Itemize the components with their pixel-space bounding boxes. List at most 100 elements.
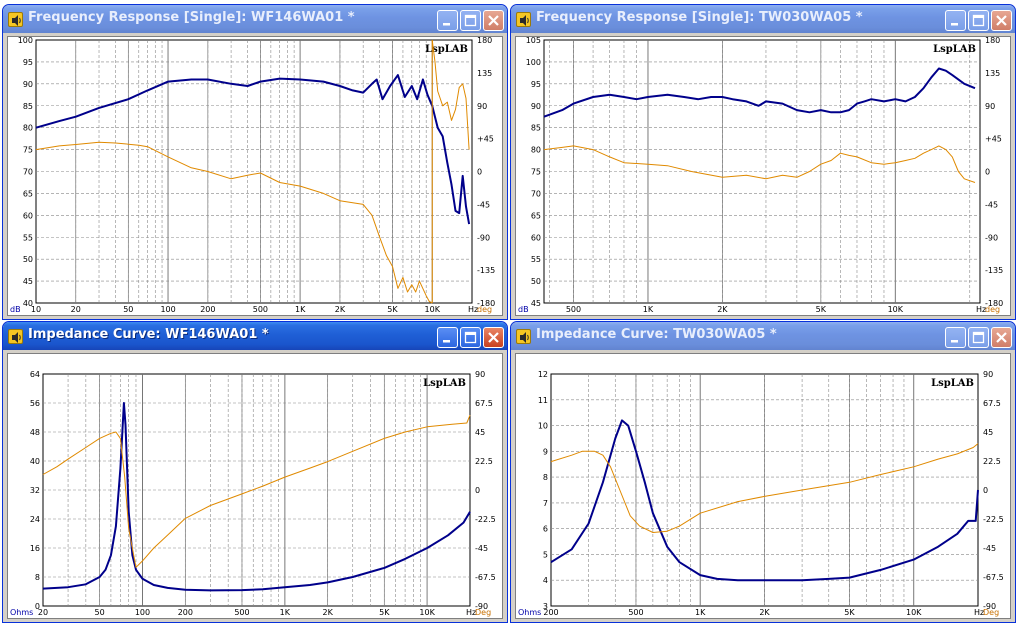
y-tick-label: 100 — [18, 37, 33, 45]
x-tick-label: 500 — [253, 305, 268, 314]
y-tick-label: 8 — [35, 573, 40, 582]
x-tick-label: 2K — [335, 305, 346, 314]
x-tick-label: 100 — [135, 608, 150, 617]
frequency-response-chart[interactable]: 404550556065707580859095100-180-135-90-4… — [8, 37, 504, 317]
y-tick-label: 80 — [23, 124, 33, 133]
speaker-icon[interactable] — [516, 12, 531, 27]
maximize-button[interactable] — [460, 327, 481, 348]
x-tick-label: 2K — [759, 608, 770, 617]
y2-tick-label: 0 — [475, 486, 480, 495]
y-unit-label: Ohms — [518, 608, 541, 617]
y2-tick-label: 22.5 — [983, 457, 1001, 466]
x-tick-label: 10K — [888, 305, 904, 314]
y-tick-label: 70 — [531, 189, 541, 198]
y2-tick-label: -45 — [475, 544, 488, 553]
y-tick-label: 60 — [531, 233, 541, 242]
minimize-button[interactable] — [945, 327, 966, 348]
minimize-icon — [951, 23, 958, 26]
y2-tick-label: 45 — [983, 428, 993, 437]
maximize-button[interactable] — [968, 10, 989, 31]
window-title: Frequency Response [Single]: WF146WA01 * — [28, 10, 355, 25]
close-icon — [488, 332, 499, 343]
y2-tick-label: 90 — [477, 102, 487, 111]
y2-tick-label: 135 — [477, 69, 492, 78]
title-bar[interactable]: Frequency Response [Single]: TW030WA05 * — [511, 5, 1015, 33]
y-tick-label: 64 — [30, 370, 40, 379]
y-tick-label: 85 — [23, 102, 33, 111]
speaker-icon[interactable] — [8, 329, 23, 344]
minimize-button[interactable] — [945, 10, 966, 31]
y-tick-label: 6 — [543, 525, 548, 534]
y-tick-label: 7 — [543, 499, 548, 508]
y2-tick-label: 135 — [985, 69, 1000, 78]
speaker-icon[interactable] — [516, 329, 531, 344]
x-tick-label: 10K — [906, 608, 922, 617]
minimize-button[interactable] — [437, 10, 458, 31]
window-frequency-response-wf146wa01[interactable]: Frequency Response [Single]: WF146WA01 *… — [2, 4, 508, 320]
y2-tick-label: 0 — [985, 168, 990, 177]
x-tick-label: 5K — [816, 305, 827, 314]
maximize-button[interactable] — [460, 10, 481, 31]
y2-tick-label: 45 — [475, 428, 485, 437]
x-tick-label: 50 — [95, 608, 105, 617]
y-tick-label: 60 — [23, 211, 33, 220]
y-tick-label: 50 — [531, 277, 541, 286]
close-button[interactable] — [483, 327, 504, 348]
speaker-icon[interactable] — [8, 12, 23, 27]
close-button[interactable] — [483, 10, 504, 31]
y-tick-label: 40 — [30, 457, 40, 466]
impedance-chart[interactable]: 3456789101112-90-67.5-45-22.5022.54567.5… — [516, 354, 1012, 620]
maximize-icon — [972, 331, 985, 344]
y2-tick-label: -45 — [985, 200, 998, 209]
y2-tick-label: 67.5 — [475, 399, 493, 408]
chart-area[interactable]: 45 50 55 60 65 70 75 80 85 90 95 100 105 -180 -135 -90-… — [515, 36, 1011, 316]
y-tick-label: 10 — [538, 422, 548, 431]
close-icon — [996, 332, 1007, 343]
y2-tick-label: -67.5 — [475, 573, 496, 582]
y2-tick-label: -67.5 — [983, 573, 1004, 582]
window-impedance-tw030wa05[interactable]: Impedance Curve: TW030WA05 * 3 4 5 6 7 8 9 10 11… — [510, 321, 1016, 623]
x-tick-label: 5K — [379, 608, 390, 617]
maximize-button[interactable] — [968, 327, 989, 348]
title-bar[interactable]: Impedance Curve: TW030WA05 * — [511, 322, 1015, 350]
y2-tick-label: 67.5 — [983, 399, 1001, 408]
y-tick-label: 45 — [531, 299, 541, 308]
y-tick-label: 65 — [531, 211, 541, 220]
title-bar[interactable]: Frequency Response [Single]: WF146WA01 * — [3, 5, 507, 33]
y-tick-label: 85 — [531, 124, 541, 133]
chart-area[interactable]: 3 4 5 6 7 8 9 10 11 12 -90 -67.5 -45 -22.5 0 22.5 45 67.5… — [515, 353, 1011, 619]
chart-area[interactable]: 0 8 16 24 32 40 48 56 64 -90 -67.5 -45 -22.5 0 22.5 45 6… — [7, 353, 503, 619]
maximize-icon — [464, 331, 477, 344]
window-title: Impedance Curve: WF146WA01 * — [28, 327, 269, 342]
y-tick-label: 50 — [23, 255, 33, 264]
y-tick-label: 55 — [531, 255, 541, 264]
frequency-response-chart[interactable]: 4550556065707580859095100105-180-135-90-… — [516, 37, 1012, 317]
y2-tick-label: -22.5 — [475, 515, 496, 524]
y2-unit-label: deg — [985, 305, 1000, 314]
y-tick-label: 90 — [531, 102, 541, 111]
impedance-chart[interactable]: 0816243240485664-90-67.5-45-22.5022.5456… — [8, 354, 504, 620]
minimize-button[interactable] — [437, 327, 458, 348]
y-tick-label: 9 — [543, 447, 548, 456]
y-tick-label: 11 — [538, 396, 548, 405]
close-button[interactable] — [991, 327, 1012, 348]
x-tick-label: 20 — [71, 305, 81, 314]
title-bar[interactable]: Impedance Curve: WF146WA01 * — [3, 322, 507, 350]
y-tick-label: 48 — [30, 428, 40, 437]
x-tick-label: 500 — [628, 608, 643, 617]
close-button[interactable] — [991, 10, 1012, 31]
y2-tick-label: +45 — [477, 135, 494, 144]
y-tick-label: 24 — [30, 515, 40, 524]
lsplab-logo: LspLAB — [425, 44, 468, 55]
window-impedance-wf146wa01[interactable]: Impedance Curve: WF146WA01 * 0 8 16 24 32 40 4… — [2, 321, 508, 623]
y-tick-label: 8 — [543, 473, 548, 482]
chart-area[interactable]: 40 45 50 55 60 65 70 75 80 85 90 95 100 -180 -135 -90 -4… — [7, 36, 503, 316]
y-tick-label: 56 — [30, 399, 40, 408]
y-tick-label: 70 — [23, 168, 33, 177]
y2-unit-label: Deg — [983, 608, 999, 617]
x-tick-label: 1K — [295, 305, 306, 314]
y-tick-label: 90 — [23, 80, 33, 89]
y-tick-label: 32 — [30, 486, 40, 495]
window-frequency-response-tw030wa05[interactable]: Frequency Response [Single]: TW030WA05 *… — [510, 4, 1016, 320]
x-tick-label: 1K — [695, 608, 706, 617]
